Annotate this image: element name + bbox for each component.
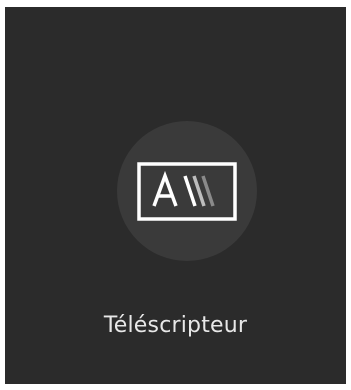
app-icon-badge bbox=[117, 121, 257, 261]
app-tile-teleprompter[interactable]: Téléscripteur bbox=[5, 7, 346, 384]
teleprompter-icon bbox=[137, 162, 237, 221]
app-label: Téléscripteur bbox=[103, 313, 248, 338]
